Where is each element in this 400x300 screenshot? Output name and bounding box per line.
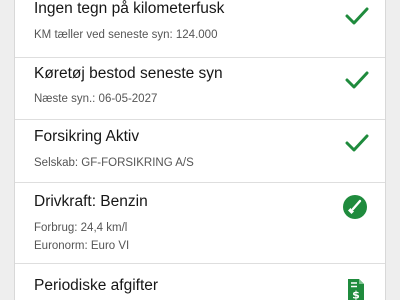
row-title: Drivkraft: Benzin [34,193,148,210]
row-detail: Forbrug: 24,4 km/l [34,222,128,234]
svg-text:$: $ [352,289,360,300]
list-item-fuel: Drivkraft: Benzin Forbrug: 24,4 km/l Eur… [15,183,385,264]
fuel-pump-icon [343,195,367,219]
list-item-odometer: Ingen tegn på kilometerfusk KM tæller ve… [15,0,385,58]
check-icon [345,7,369,25]
row-detail: Næste syn.: 06-05-2027 [34,93,158,105]
row-title: Forsikring Aktiv [34,128,140,145]
row-title: Ingen tegn på kilometerfusk [34,0,225,17]
list-item-periodic-fees: Periodiske afgifter $ [15,264,385,300]
row-detail: Selskab: GF-FORSIKRING A/S [34,157,194,169]
list-item-insurance: Forsikring Aktiv Selskab: GF-FORSIKRING … [15,120,385,183]
check-icon [345,134,369,152]
row-detail: Euronorm: Euro VI [34,240,130,252]
dollar-document-icon: $ [348,279,364,300]
row-title: Køretøj bestod seneste syn [34,65,223,82]
row-detail: KM tæller ved seneste syn: 124.000 [34,29,218,41]
vehicle-status-list: Ingen tegn på kilometerfusk KM tæller ve… [14,0,386,300]
check-icon [345,71,369,89]
row-title: Periodiske afgifter [34,277,159,294]
list-item-inspection: Køretøj bestod seneste syn Næste syn.: 0… [15,58,385,120]
